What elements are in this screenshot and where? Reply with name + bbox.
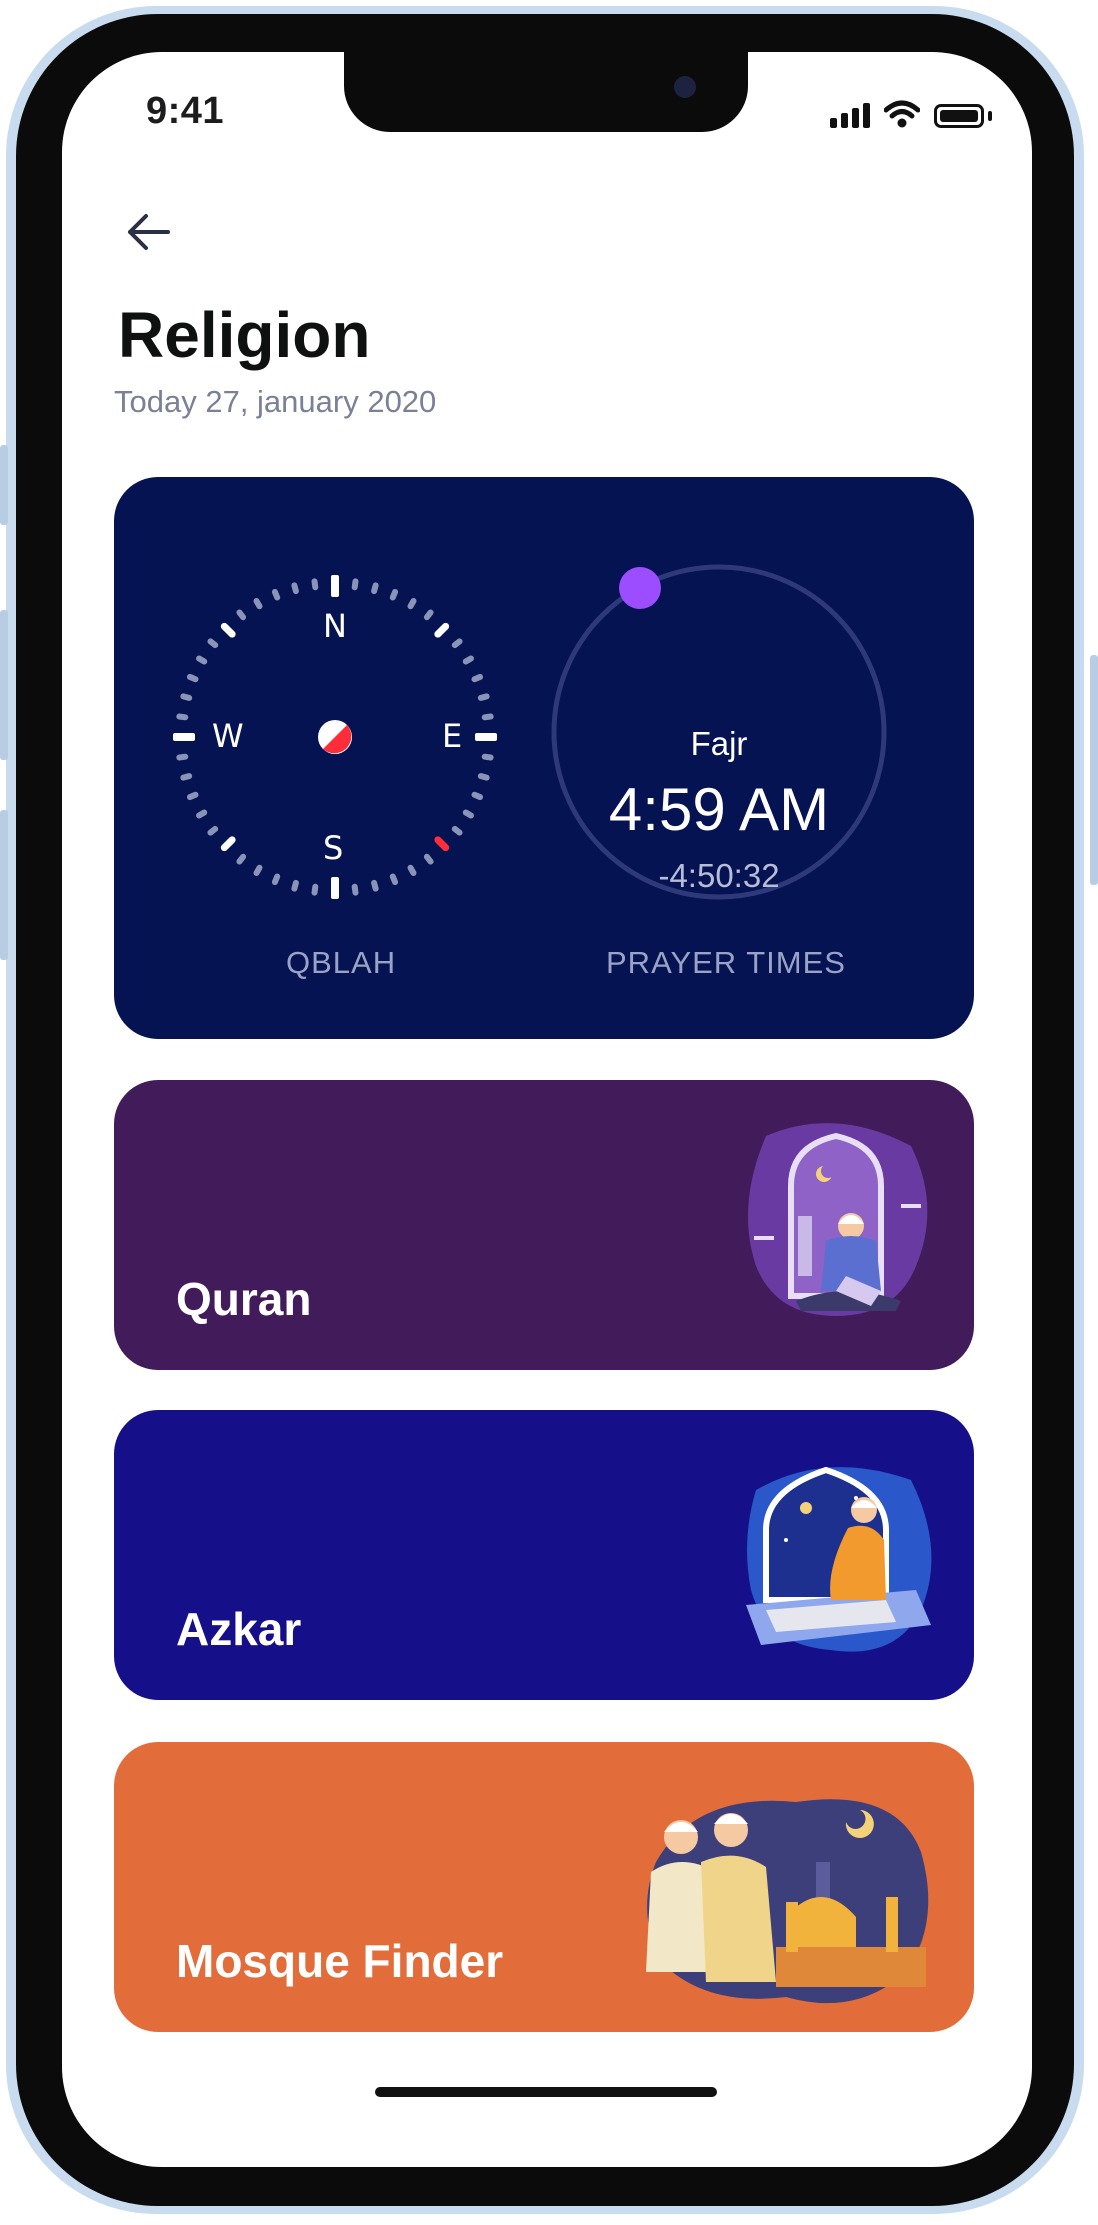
power-button <box>1090 655 1098 885</box>
compass-tick <box>371 582 379 595</box>
compass-tick <box>407 864 417 876</box>
compass-dial <box>173 575 497 899</box>
compass-tick <box>253 864 263 876</box>
prayer-time: 4:59 AM <box>608 776 830 843</box>
compass-tick <box>471 791 484 801</box>
compass-tick <box>423 853 434 865</box>
compass-cardinal-tick <box>173 733 195 741</box>
compass-tick <box>481 753 494 761</box>
compass-tick <box>371 879 379 892</box>
compass-tick <box>291 582 299 595</box>
compass-tick <box>253 598 263 610</box>
compass-tick <box>196 655 208 665</box>
mosque-finder-label: Mosque Finder <box>176 1935 504 1987</box>
camera-icon <box>674 76 696 98</box>
compass-west-label: W <box>212 717 244 755</box>
quran-reader-illustration <box>748 1123 928 1316</box>
notch <box>344 52 748 132</box>
compass-tick <box>196 809 208 819</box>
compass-tick <box>311 578 319 591</box>
compass-tick <box>220 836 236 852</box>
compass-tick <box>462 809 474 819</box>
azkar-card[interactable]: Azkar <box>114 1410 974 1700</box>
compass-tick <box>451 638 463 649</box>
compass-tick <box>236 609 247 621</box>
prayer-countdown: -4:50:32 <box>658 857 780 894</box>
compass-south-label: S <box>323 829 344 867</box>
signal-icon <box>830 103 870 128</box>
compass-tick <box>451 825 463 836</box>
page-date: Today 27, january 2020 <box>114 384 437 419</box>
compass-tick <box>180 773 193 781</box>
compass-tick <box>389 588 399 601</box>
compass-tick <box>271 873 281 886</box>
qiblah-prayer-card: N S W E QBLAH Fajr 4:59 AM -4:50:32 PRAY… <box>114 477 974 1039</box>
compass-tick <box>207 638 219 649</box>
compass-tick <box>423 609 434 621</box>
quran-label: Quran <box>176 1273 312 1325</box>
qiblah-label: QBLAH <box>286 945 397 980</box>
compass-tick <box>477 693 490 701</box>
compass-tick <box>351 578 359 591</box>
compass-tick <box>434 836 450 852</box>
status-icons <box>830 100 992 128</box>
compass-cardinal-tick <box>331 877 339 899</box>
compass-tick <box>471 673 484 683</box>
compass-tick <box>311 883 319 896</box>
mute-switch <box>0 445 8 525</box>
compass-tick <box>481 713 494 721</box>
compass-tick <box>351 883 359 896</box>
praying-man-illustration <box>746 1466 932 1652</box>
azkar-label: Azkar <box>176 1603 302 1655</box>
compass-tick <box>207 825 219 836</box>
compass-north-label: N <box>323 607 347 645</box>
compass-needle-icon <box>318 720 352 754</box>
compass-cardinal-tick <box>331 575 339 597</box>
prayer-times-widget[interactable]: Fajr 4:59 AM -4:50:32 PRAYER TIMES <box>544 477 974 1039</box>
progress-indicator-dot <box>619 567 661 609</box>
prayer-times-label: PRAYER TIMES <box>606 945 846 980</box>
compass-tick <box>462 655 474 665</box>
screen: 9:41 Religion Today 27, january 2020 N S… <box>62 52 1032 2167</box>
compass-tick <box>407 598 417 610</box>
volume-up-button <box>0 610 8 760</box>
compass-tick <box>176 753 189 761</box>
page-title: Religion <box>118 299 371 371</box>
compass-east-label: E <box>442 717 463 755</box>
compass-tick <box>477 773 490 781</box>
mosque-finder-card[interactable]: Mosque Finder <box>114 1742 974 2032</box>
wifi-icon <box>884 100 920 128</box>
compass-tick <box>176 713 189 721</box>
battery-icon <box>934 104 984 128</box>
compass-tick <box>186 791 199 801</box>
mosque-illustration <box>646 1799 929 2004</box>
volume-down-button <box>0 810 8 960</box>
prayer-name: Fajr <box>690 725 748 762</box>
compass-tick <box>291 879 299 892</box>
compass-tick <box>236 853 247 865</box>
compass-tick <box>220 622 236 638</box>
back-arrow-icon[interactable] <box>118 202 178 262</box>
compass-tick <box>180 693 193 701</box>
compass-tick <box>434 622 450 638</box>
compass-cardinal-tick <box>475 733 497 741</box>
compass-tick <box>186 673 199 683</box>
home-indicator <box>375 2087 717 2097</box>
compass-tick <box>389 873 399 886</box>
quran-card[interactable]: Quran <box>114 1080 974 1370</box>
compass-tick <box>271 588 281 601</box>
status-time: 9:41 <box>146 90 225 132</box>
qiblah-compass[interactable]: N S W E QBLAH <box>114 477 544 1039</box>
